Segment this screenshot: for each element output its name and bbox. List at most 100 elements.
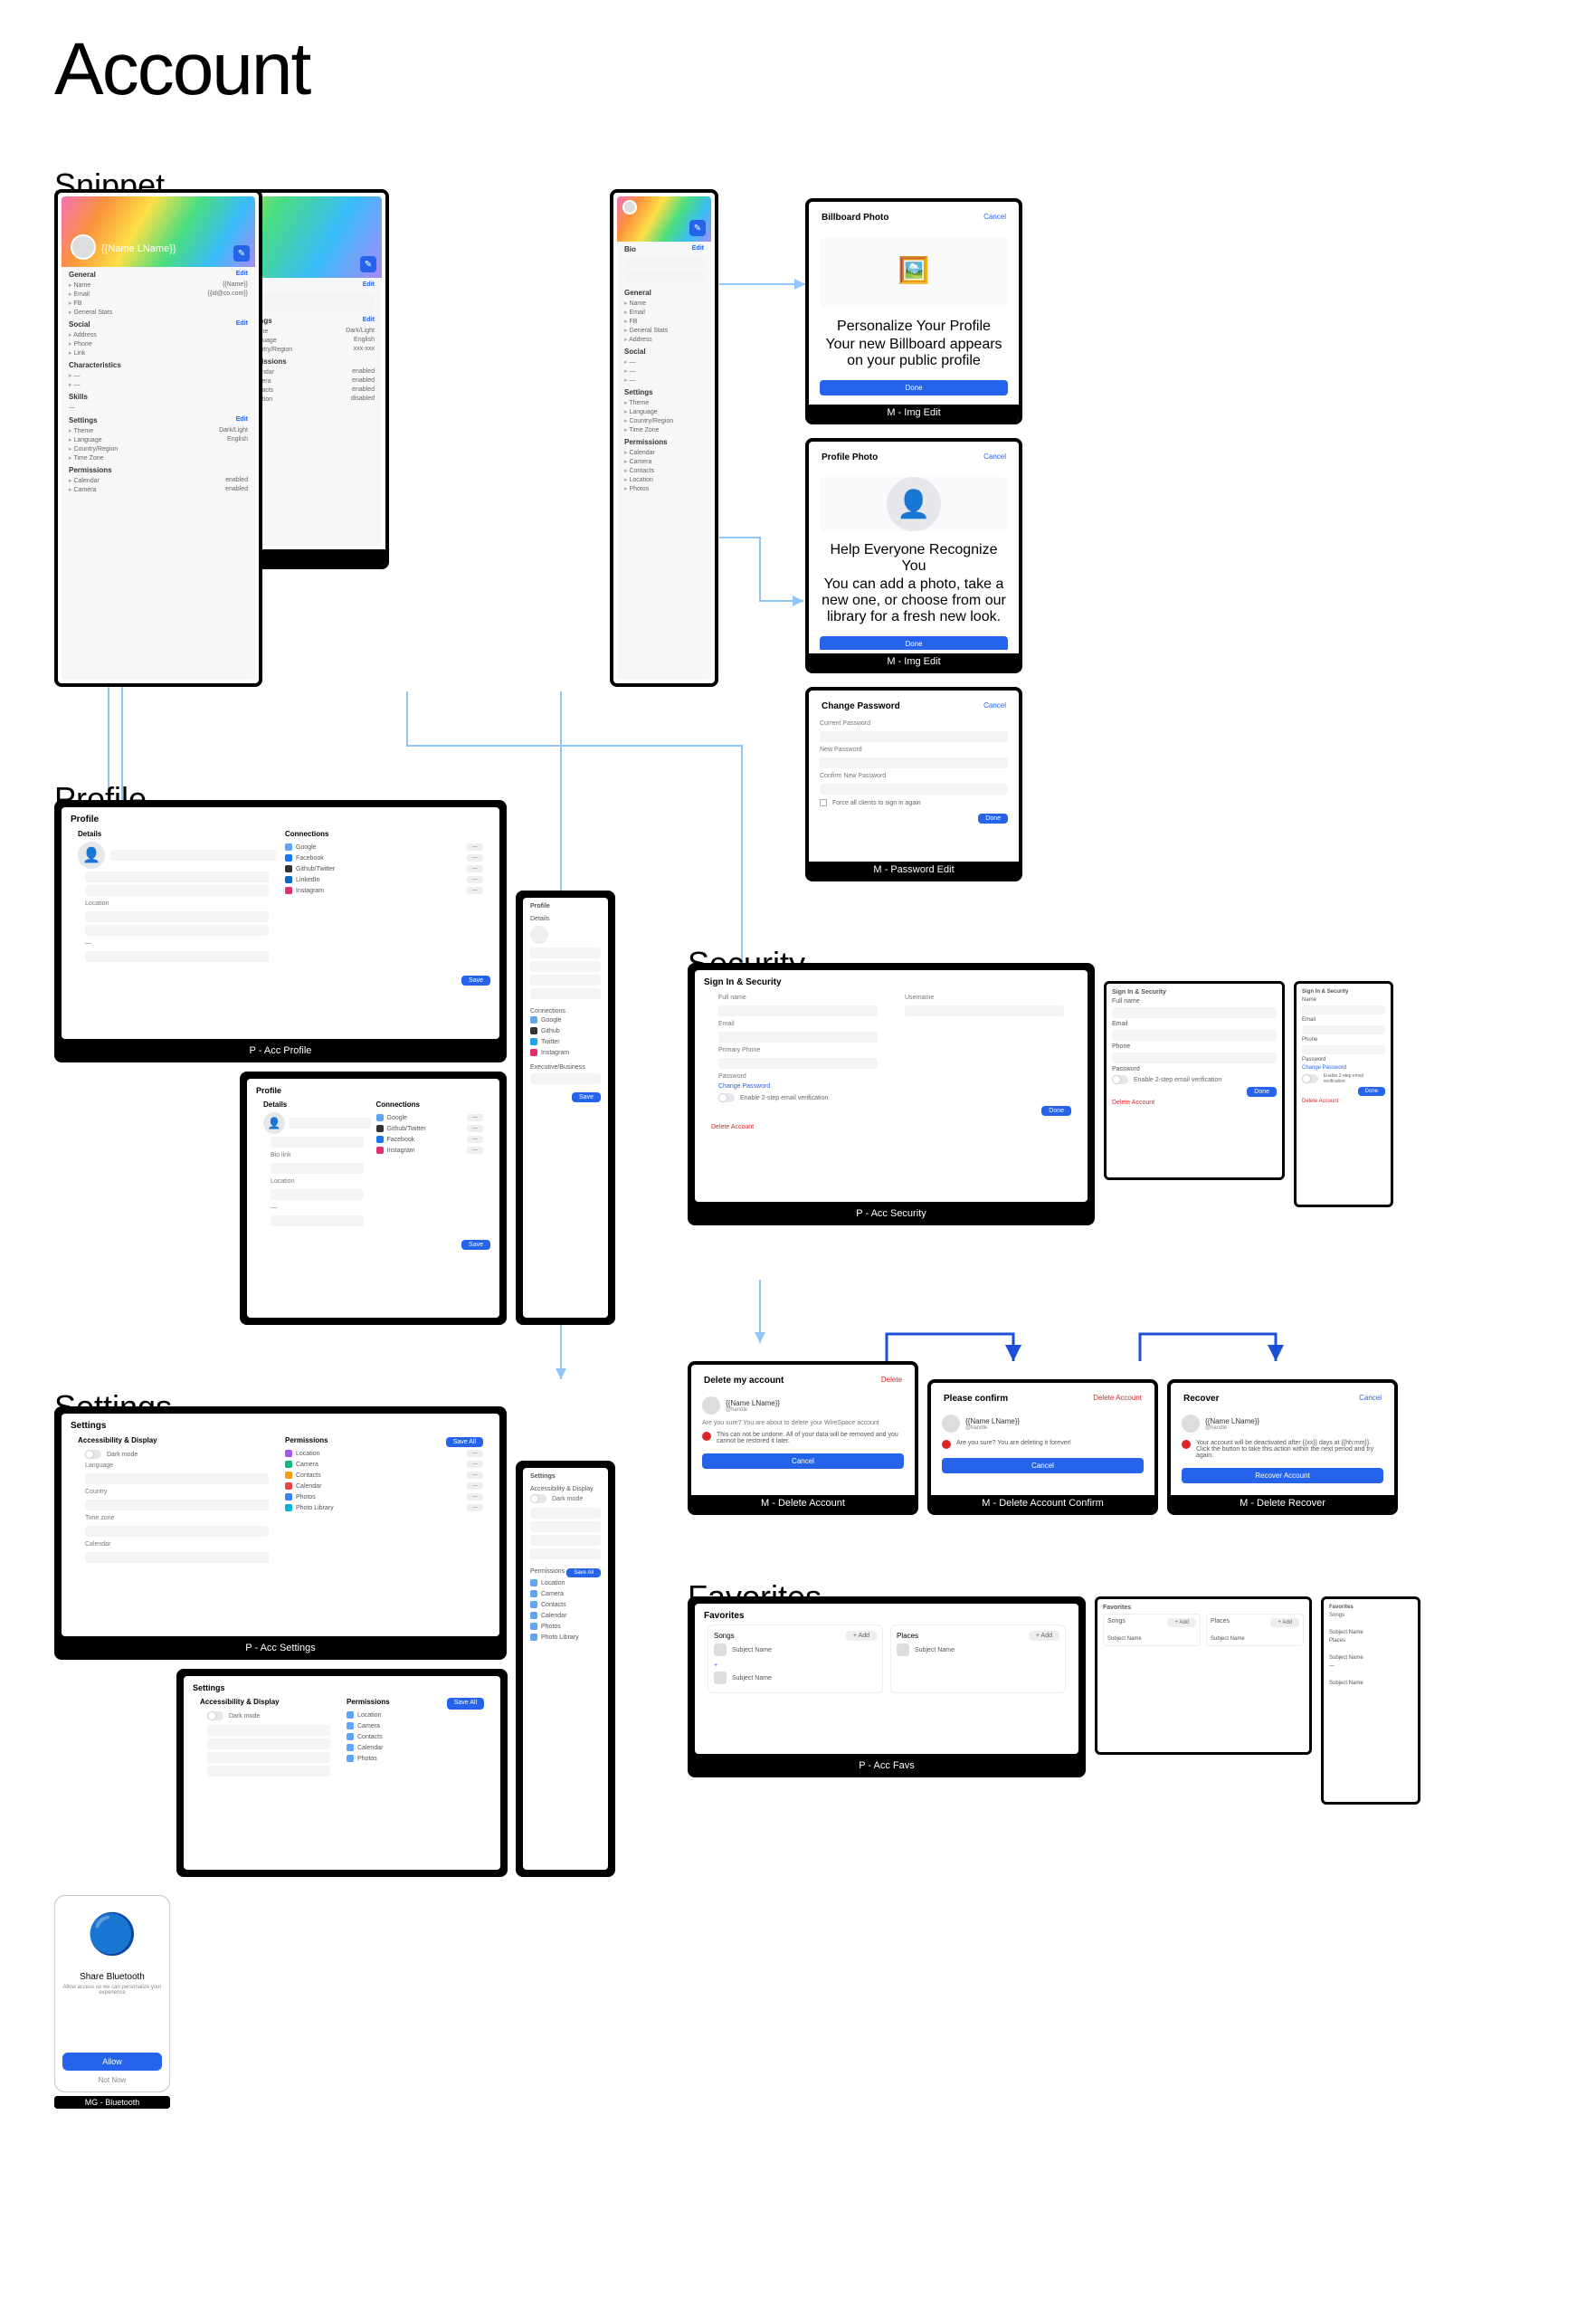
frame-acc-profile: Profile Details 👤 Location — Connections… [54,800,507,1062]
text-input[interactable] [85,951,269,962]
frame-acc-snip-phone: BioEdit General Name Email FB General St… [610,189,718,687]
perm-row[interactable]: Photo Library— [285,1502,483,1513]
provider-icon [285,887,292,894]
avatar[interactable] [622,200,637,214]
modal-delete-confirm: Please confirmDelete Account {{Name LNam… [927,1379,1158,1515]
frame-acc-security-tablet: Sign In & Security Full name Email Phone… [1104,981,1285,1180]
image-icon: 🖼️ [898,255,930,285]
page-title: Account [54,27,1569,112]
cancel-button[interactable]: Cancel [702,1453,904,1469]
fullname-input[interactable] [718,1005,878,1016]
permission-title: Share Bluetooth [80,1972,145,1982]
email-input[interactable] [718,1032,878,1043]
force-signout-checkbox[interactable]: Force all clients to sign in again [812,797,1015,808]
location-icon [285,1450,292,1457]
image-drop-area[interactable]: 🖼️ [820,237,1008,308]
frame-acc-favs: Favorites Songs+ Add Subject Name + Subj… [688,1596,1086,1777]
done-button[interactable]: Done [978,814,1008,824]
avatar-icon[interactable]: 👤 [263,1112,285,1134]
add-button[interactable]: + Add [846,1631,877,1641]
name-input[interactable] [110,850,276,861]
done-button[interactable]: Done [1041,1106,1071,1116]
delete-action[interactable]: Delete [881,1376,902,1386]
bluetooth-icon: 🔵 [85,1907,139,1961]
provider-row[interactable]: Github/Twitter— [285,863,483,874]
cancel-link[interactable]: Cancel [983,701,1006,711]
provider-icon [285,843,292,851]
permission-card-bluetooth: 🔵 Share Bluetooth Allow access so we can… [54,1895,170,2092]
avatar-drop-area[interactable]: 👤 [820,477,1008,531]
frame-acc-favs-phone: Favorites Songs Subject Name Places Subj… [1321,1596,1420,1805]
cancel-link[interactable]: Cancel [1359,1394,1382,1404]
save-button[interactable]: Save [461,1240,490,1250]
edit-billboard-button[interactable] [689,220,706,236]
avatar-icon[interactable]: 👤 [78,842,105,869]
list-item: Subject Name [714,1641,877,1659]
save-button[interactable]: Save [461,976,490,986]
warning-icon [942,1440,951,1449]
provider-icon [285,865,292,872]
avatar-icon [942,1415,960,1433]
select-input[interactable] [85,1500,269,1510]
photos-icon [285,1493,292,1500]
list-item: Subject Name [714,1669,877,1687]
username-input[interactable] [905,1005,1064,1016]
select-input[interactable] [85,1473,269,1484]
cancel-button[interactable]: Cancel [942,1458,1144,1473]
delete-account-link[interactable]: Delete Account [704,1122,1078,1132]
phone-input[interactable] [718,1058,878,1069]
done-button[interactable]: Done [820,636,1008,650]
deny-button[interactable]: Not Now [99,2076,127,2084]
current-password-input[interactable] [820,731,1008,742]
save-button[interactable]: Save [572,1092,601,1102]
perm-row[interactable]: Location— [285,1448,483,1459]
new-password-input[interactable] [820,757,1008,768]
select-input[interactable] [85,1552,269,1563]
cancel-link[interactable]: Cancel [983,453,1006,462]
text-input[interactable] [85,872,269,882]
frame-caption: MG - Bluetooth [54,2096,170,2109]
avatar[interactable] [71,234,96,260]
provider-row[interactable]: Google— [285,842,483,853]
frame-acc-favs-tablet: Favorites Songs+ Add Subject Name Places… [1095,1596,1312,1755]
recover-button[interactable]: Recover Account [1182,1468,1383,1483]
edit-billboard-button[interactable] [233,245,250,262]
frame-acc-snip-tablet: {{Name LName}} GeneralEdit Name{{Name}} … [54,189,262,687]
dark-mode-toggle[interactable]: Dark mode [78,1448,276,1461]
avatar-icon[interactable] [530,926,548,944]
provider-row[interactable]: Facebook— [285,853,483,863]
perm-row[interactable]: Photos— [285,1491,483,1502]
frame-acc-settings-tablet: Settings Accessibility & Display Dark mo… [176,1669,508,1877]
frame-acc-settings: Settings Accessibility & Display Dark mo… [54,1406,507,1660]
edit-billboard-button[interactable] [360,256,376,272]
select-input[interactable] [85,1526,269,1537]
delete-action[interactable]: Delete Account [1093,1394,1142,1404]
change-password-link[interactable]: Change Password [711,1081,885,1091]
add-link[interactable]: + [714,1659,877,1669]
done-button[interactable]: Done [820,380,1008,395]
confirm-password-input[interactable] [820,784,1008,795]
perm-row[interactable]: Calendar— [285,1481,483,1491]
frame-acc-security: Sign In & Security Full name Email Prima… [688,963,1095,1225]
perm-row[interactable]: Camera— [285,1459,483,1470]
permission-desc: Allow access so we can personalize your … [62,1985,162,2049]
favorites-places-card: Places+ Add Subject Name [890,1624,1066,1693]
calendar-icon [285,1482,292,1490]
provider-row[interactable]: Instagram— [285,885,483,896]
provider-icon [285,876,292,883]
frame-acc-settings-phone: Settings Accessibility & Display Dark mo… [516,1461,615,1877]
perm-row[interactable]: Contacts— [285,1470,483,1481]
camera-icon [285,1461,292,1468]
text-input[interactable] [85,925,269,936]
allow-button[interactable]: Allow [62,2053,162,2071]
text-input[interactable] [85,885,269,896]
save-all-button[interactable]: Save All [446,1437,483,1447]
provider-row[interactable]: LinkedIn— [285,874,483,885]
modal-delete-recover: RecoverCancel {{Name LName}}@handle Your… [1167,1379,1398,1515]
location-input[interactable] [85,911,269,922]
frame-acc-security-phone: Sign In & Security Name Email Phone Pass… [1294,981,1393,1207]
avatar-placeholder-icon: 👤 [887,477,941,531]
add-button[interactable]: + Add [1029,1631,1059,1641]
cancel-link[interactable]: Cancel [983,213,1006,223]
two-step-toggle[interactable]: Enable 2-step email verification [711,1091,885,1104]
